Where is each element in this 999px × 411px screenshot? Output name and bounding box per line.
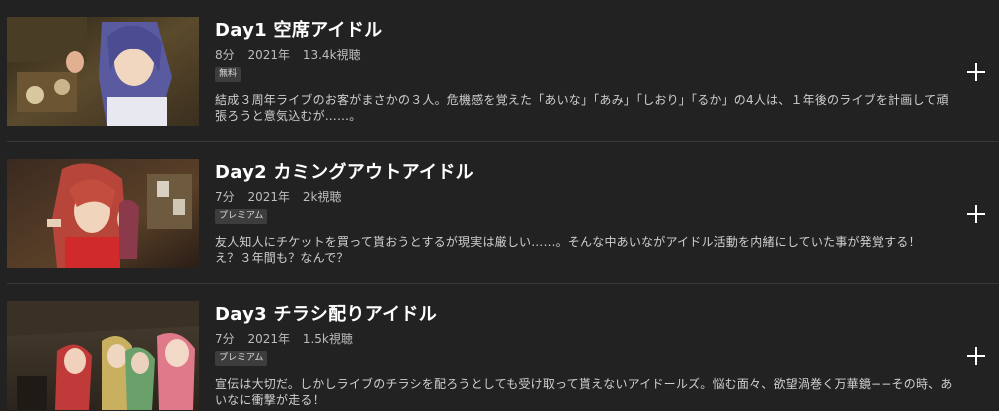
episode-list: Day1 空席アイドル 8分 2021年 13.4k視聴 無料 結成３周年ライブ…	[0, 0, 999, 411]
thumbnail-image	[7, 159, 199, 268]
thumbnail-image	[7, 17, 199, 126]
episode-meta: 7分 2021年 2k視聴	[215, 188, 350, 205]
episode-year: 2021年	[247, 332, 291, 346]
episode-description: 結成３周年ライブのお客がまさかの３人。危機感を覚えた「あいな」「あみ」「しおり」…	[215, 93, 949, 123]
premium-badge: プレミアム	[215, 209, 268, 224]
episode-title[interactable]: Day1 空席アイドル	[215, 16, 382, 42]
episode-description: 宣伝は大切だ。しかしライブのチラシを配ろうとしても受け取って貰えないアイドールズ…	[215, 377, 953, 407]
add-to-list-button[interactable]	[966, 204, 986, 224]
episode-duration: 8分	[215, 48, 235, 62]
episode-views: 13.4k視聴	[302, 48, 361, 62]
free-badge: 無料	[215, 67, 242, 82]
episode-thumbnail[interactable]	[7, 159, 199, 268]
episode-title[interactable]: Day3 チラシ配りアイドル	[215, 300, 437, 326]
episode-thumbnail[interactable]	[7, 301, 199, 410]
episode-views: 1.5k視聴	[302, 332, 353, 346]
episode-year: 2021年	[247, 48, 291, 62]
episode-item[interactable]: Day2 カミングアウトアイドル 7分 2021年 2k視聴 プレミアム 友人知…	[0, 142, 999, 283]
premium-badge: プレミアム	[215, 351, 268, 366]
episode-item[interactable]: Day3 チラシ配りアイドル 7分 2021年 1.5k視聴 プレミアム 宣伝は…	[0, 284, 999, 411]
episode-duration: 7分	[215, 332, 235, 346]
episode-thumbnail[interactable]	[7, 17, 199, 126]
episode-views: 2k視聴	[302, 190, 342, 204]
thumbnail-image	[7, 301, 199, 410]
episode-meta: 7分 2021年 1.5k視聴	[215, 330, 362, 347]
episode-meta: 8分 2021年 13.4k視聴	[215, 46, 370, 63]
episode-item[interactable]: Day1 空席アイドル 8分 2021年 13.4k視聴 無料 結成３周年ライブ…	[0, 0, 999, 141]
episode-duration: 7分	[215, 190, 235, 204]
add-to-list-button[interactable]	[966, 346, 986, 366]
add-to-list-button[interactable]	[966, 62, 986, 82]
episode-year: 2021年	[247, 190, 291, 204]
episode-description: 友人知人にチケットを買って貰おうとするが現実は厳しい……。そんな中あいながアイド…	[215, 235, 933, 265]
episode-title[interactable]: Day2 カミングアウトアイドル	[215, 158, 474, 184]
